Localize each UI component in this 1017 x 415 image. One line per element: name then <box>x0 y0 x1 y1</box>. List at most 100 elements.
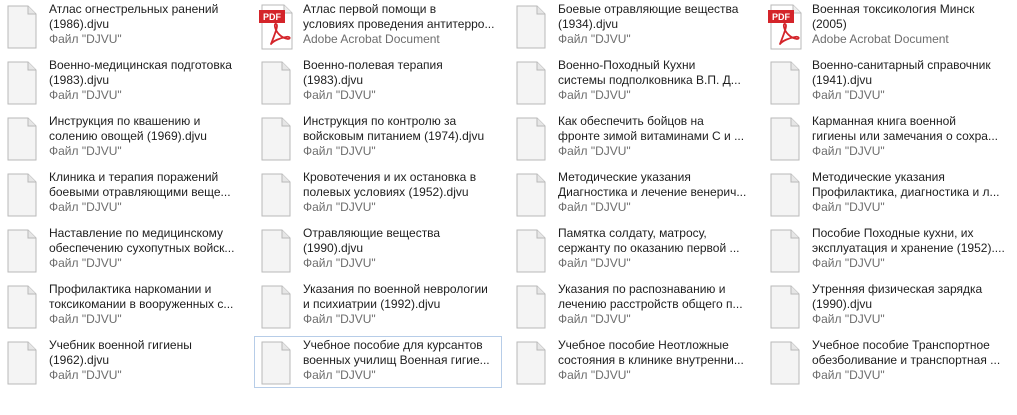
file-name-line-2: (1986).djvu <box>49 17 110 31</box>
file-name-line-2: Профилактика, диагностика и л... <box>812 185 1000 199</box>
file-type: Файл "DJVU" <box>49 312 122 326</box>
file-item-23[interactable]: Указания по распознаванию и лечению расс… <box>509 280 757 332</box>
file-name-line-2: (1962).djvu <box>49 353 110 367</box>
document-icon <box>516 5 546 49</box>
document-icon <box>516 341 546 385</box>
file-item-5[interactable]: Военно-медицинская подготовка (1983).djv… <box>0 56 248 108</box>
file-name-line-1: Памятка солдату, матросу, <box>558 226 707 240</box>
file-name-line-1: Указания по военной неврологии <box>303 282 488 296</box>
file-item-8[interactable]: Военно-санитарный справочник (1941).djvu… <box>763 56 1011 108</box>
file-item-4[interactable]: PDF Военная токсикология Минск (2005) Ad… <box>763 0 1011 52</box>
file-item-26[interactable]: Учебное пособие для курсантов военных уч… <box>254 336 502 388</box>
file-name-line-2: (1990).djvu <box>812 297 873 311</box>
file-name-line-2: (1941).djvu <box>812 73 873 87</box>
file-item-10[interactable]: Инструкция по контролю за войсковым пита… <box>254 112 502 164</box>
file-name-line-1: Методические указания <box>558 170 691 184</box>
file-item-28[interactable]: Учебное пособие Транспортное обезболиван… <box>763 336 1011 388</box>
file-name-line-2: сержанту по оказанию первой ... <box>558 241 740 255</box>
file-item-18[interactable]: Отравляющие вещества (1990).djvu Файл "D… <box>254 224 502 276</box>
file-name-line-1: Военно-полевая терапия <box>303 58 443 72</box>
file-item-9[interactable]: Инструкция по квашению и солению овощей … <box>0 112 248 164</box>
pdf-badge-text: PDF <box>772 12 791 22</box>
file-type: Файл "DJVU" <box>812 256 885 270</box>
file-name-line-1: Учебное пособие Транспортное <box>812 338 990 352</box>
file-name-line-1: Боевые отравляющие вещества <box>558 2 739 16</box>
document-icon <box>7 5 37 49</box>
file-text: Методические указания Диагностика и лече… <box>558 170 754 215</box>
file-name-line-1: Кровотечения и их остановка в <box>303 170 477 184</box>
file-item-15[interactable]: Методические указания Диагностика и лече… <box>509 168 757 220</box>
file-text: Утренняя физическая зарядка (1990).djvu … <box>812 282 1008 327</box>
document-icon <box>261 229 291 273</box>
file-type: Файл "DJVU" <box>812 144 885 158</box>
file-text: Атлас первой помощи в условиях проведени… <box>303 2 499 47</box>
file-name-line-1: Военно-медицинская подготовка <box>49 58 232 72</box>
document-icon <box>7 117 37 161</box>
file-text: Военно-Походный Кухни системы подполковн… <box>558 58 754 103</box>
file-item-1[interactable]: Атлас огнестрельных ранений (1986).djvu … <box>0 0 248 52</box>
file-name-line-2: войсковым питанием (1974).djvu <box>303 129 485 143</box>
file-text: Атлас огнестрельных ранений (1986).djvu … <box>49 2 245 47</box>
file-name-line-1: Клиника и терапия поражений <box>49 170 219 184</box>
file-item-12[interactable]: Карманная книга военной гигиены или заме… <box>763 112 1011 164</box>
file-name-line-2: системы подполковника В.П. Д... <box>558 73 741 87</box>
file-name-line-1: Военная токсикология Минск <box>812 2 975 16</box>
file-type: Файл "DJVU" <box>558 256 631 270</box>
file-type: Файл "DJVU" <box>303 144 376 158</box>
file-text: Учебное пособие Неотложные состояния в к… <box>558 338 754 383</box>
document-icon <box>7 229 37 273</box>
file-type: Файл "DJVU" <box>49 144 122 158</box>
file-item-6[interactable]: Военно-полевая терапия (1983).djvu Файл … <box>254 56 502 108</box>
document-icon <box>7 173 37 217</box>
file-item-16[interactable]: Методические указания Профилактика, диаг… <box>763 168 1011 220</box>
file-name-line-2: обеспечению сухопутных войск... <box>49 241 235 255</box>
file-name-line-2: боевыми отравляющими веще... <box>49 185 231 199</box>
file-type: Файл "DJVU" <box>812 312 885 326</box>
file-item-21[interactable]: Профилактика наркомании и токсикомании в… <box>0 280 248 332</box>
document-icon <box>516 61 546 105</box>
file-item-20[interactable]: Пособие Походные кухни, их эксплуатация … <box>763 224 1011 276</box>
file-name-line-2: гигиены или замечания о сохра... <box>812 129 998 143</box>
file-item-7[interactable]: Военно-Походный Кухни системы подполковн… <box>509 56 757 108</box>
file-text: Военно-полевая терапия (1983).djvu Файл … <box>303 58 499 103</box>
document-icon <box>770 61 800 105</box>
file-text: Инструкция по контролю за войсковым пита… <box>303 114 499 159</box>
file-type: Файл "DJVU" <box>303 312 376 326</box>
file-name-line-2: состояния в клинике внутренни... <box>558 353 744 367</box>
file-item-19[interactable]: Памятка солдату, матросу, сержанту по ок… <box>509 224 757 276</box>
file-item-14[interactable]: Кровотечения и их остановка в полевых ус… <box>254 168 502 220</box>
file-text: Учебник военной гигиены (1962).djvu Файл… <box>49 338 245 383</box>
file-item-27[interactable]: Учебное пособие Неотложные состояния в к… <box>509 336 757 388</box>
document-icon <box>261 117 291 161</box>
file-name-line-2: солению овощей (1969).djvu <box>49 129 207 143</box>
document-icon <box>516 117 546 161</box>
file-item-2[interactable]: PDF Атлас первой помощи в условиях прове… <box>254 0 502 52</box>
document-icon <box>516 285 546 329</box>
document-icon <box>261 61 291 105</box>
file-name-line-1: Учебное пособие для курсантов <box>303 338 483 352</box>
file-item-22[interactable]: Указания по военной неврологии и психиат… <box>254 280 502 332</box>
file-item-24[interactable]: Утренняя физическая зарядка (1990).djvu … <box>763 280 1011 332</box>
file-item-3[interactable]: Боевые отравляющие вещества (1934).djvu … <box>509 0 757 52</box>
file-item-13[interactable]: Клиника и терапия поражений боевыми отра… <box>0 168 248 220</box>
document-icon <box>770 229 800 273</box>
file-type: Файл "DJVU" <box>558 88 631 102</box>
file-name-line-1: Пособие Походные кухни, их <box>812 226 974 240</box>
file-text: Наставление по медицинскому обеспечению … <box>49 226 245 271</box>
file-item-17[interactable]: Наставление по медицинскому обеспечению … <box>0 224 248 276</box>
file-item-11[interactable]: Как обеспечить бойцов на фронте зимой ви… <box>509 112 757 164</box>
file-name-line-1: Военно-Походный Кухни <box>558 58 696 72</box>
file-type: Файл "DJVU" <box>303 200 376 214</box>
file-name-line-2: и психиатрии (1992).djvu <box>303 297 441 311</box>
file-item-25[interactable]: Учебник военной гигиены (1962).djvu Файл… <box>0 336 248 388</box>
file-text: Памятка солдату, матросу, сержанту по ок… <box>558 226 754 271</box>
file-name-line-1: Учебник военной гигиены <box>49 338 192 352</box>
file-name-line-2: военных училищ Военная гигие... <box>303 353 490 367</box>
file-type: Файл "DJVU" <box>49 200 122 214</box>
file-name-line-2: Диагностика и лечение венерич... <box>558 185 747 199</box>
file-name-line-1: Инструкция по квашению и <box>49 114 201 128</box>
document-icon <box>516 173 546 217</box>
document-icon <box>770 285 800 329</box>
file-type: Файл "DJVU" <box>558 32 631 46</box>
pdf-badge-text: PDF <box>263 12 282 22</box>
